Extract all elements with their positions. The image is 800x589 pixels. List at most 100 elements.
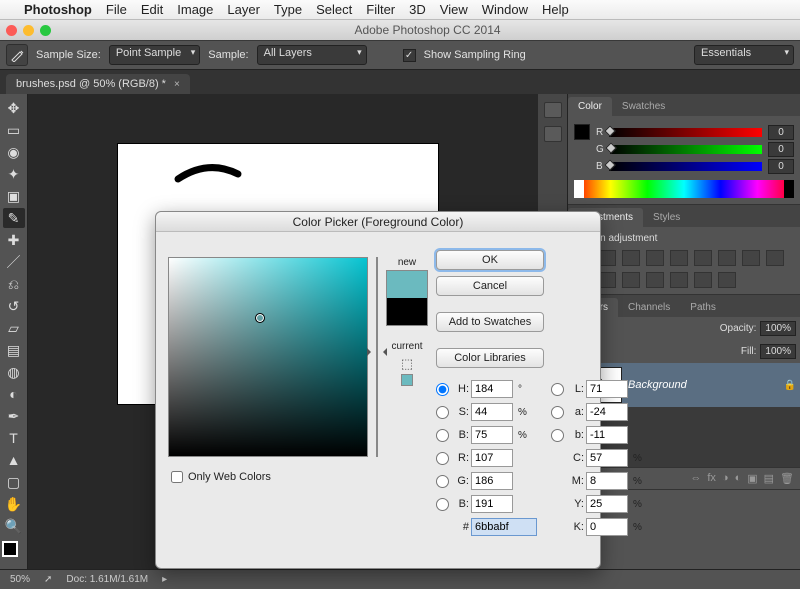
l-field[interactable] bbox=[586, 380, 628, 398]
status-chevron-icon[interactable]: ▸ bbox=[162, 574, 167, 585]
color-libraries-button[interactable]: Color Libraries bbox=[436, 348, 544, 368]
menu-layer[interactable]: Layer bbox=[227, 2, 260, 17]
bv-field[interactable] bbox=[471, 426, 513, 444]
s-radio[interactable] bbox=[436, 406, 449, 419]
window-zoom-button[interactable] bbox=[40, 25, 51, 36]
menu-view[interactable]: View bbox=[440, 2, 468, 17]
r-field[interactable] bbox=[471, 449, 513, 467]
lasso-tool[interactable]: ◉ bbox=[3, 142, 25, 162]
current-color-swatch[interactable] bbox=[387, 298, 427, 325]
gradient-tool[interactable]: ▤ bbox=[3, 340, 25, 360]
path-selection-tool[interactable]: ▲ bbox=[3, 450, 25, 470]
add-to-swatches-button[interactable]: Add to Swatches bbox=[436, 312, 544, 332]
menu-select[interactable]: Select bbox=[316, 2, 352, 17]
document-tab[interactable]: brushes.psd @ 50% (RGB/8) * × bbox=[6, 74, 190, 94]
blur-tool[interactable]: ◍ bbox=[3, 362, 25, 382]
crop-tool[interactable]: ▣ bbox=[3, 186, 25, 206]
adj-vibrance-icon[interactable] bbox=[670, 250, 688, 266]
hand-tool[interactable]: ✋ bbox=[3, 494, 25, 514]
adj-posterize-icon[interactable] bbox=[646, 272, 664, 288]
marquee-tool[interactable]: ▭ bbox=[3, 120, 25, 140]
hue-slider[interactable] bbox=[376, 257, 378, 457]
opacity-field[interactable]: 100% bbox=[760, 321, 796, 336]
saturation-value-field[interactable] bbox=[168, 257, 368, 457]
rectangle-tool[interactable]: ▢ bbox=[3, 472, 25, 492]
dodge-tool[interactable]: ◐ bbox=[3, 384, 25, 404]
adj-exposure-icon[interactable] bbox=[646, 250, 664, 266]
h-field[interactable] bbox=[471, 380, 513, 398]
add-mask-icon[interactable]: ◑ bbox=[722, 472, 729, 485]
tab-styles[interactable]: Styles bbox=[643, 208, 690, 227]
s-field[interactable] bbox=[471, 403, 513, 421]
r-slider[interactable] bbox=[609, 128, 762, 137]
g-field[interactable] bbox=[471, 472, 513, 490]
zoom-level[interactable]: 50% bbox=[10, 574, 30, 585]
window-close-button[interactable] bbox=[6, 25, 17, 36]
ok-button[interactable]: OK bbox=[436, 250, 544, 270]
spectrum-ramp[interactable] bbox=[574, 180, 794, 198]
tab-swatches[interactable]: Swatches bbox=[612, 97, 675, 116]
brush-tool[interactable]: ／ bbox=[3, 252, 25, 272]
new-layer-icon[interactable]: ▤ bbox=[764, 472, 774, 485]
adj-selective-icon[interactable] bbox=[718, 272, 736, 288]
close-tab-icon[interactable]: × bbox=[174, 79, 180, 90]
fill-field[interactable]: 100% bbox=[760, 344, 796, 359]
r-radio[interactable] bbox=[436, 452, 449, 465]
tab-paths[interactable]: Paths bbox=[680, 298, 726, 317]
doc-size[interactable]: Doc: 1.61M/1.61M bbox=[66, 574, 148, 585]
menu-type[interactable]: Type bbox=[274, 2, 302, 17]
sample-select[interactable]: All Layers bbox=[257, 45, 367, 65]
c-field[interactable] bbox=[586, 449, 628, 467]
lab-b-field[interactable] bbox=[586, 426, 628, 444]
k-field[interactable] bbox=[586, 518, 628, 536]
a-field[interactable] bbox=[586, 403, 628, 421]
status-arrow-icon[interactable]: ➚ bbox=[44, 574, 52, 585]
h-radio[interactable] bbox=[436, 383, 449, 396]
l-radio[interactable] bbox=[551, 383, 564, 396]
b-field[interactable] bbox=[471, 495, 513, 513]
new-adjustment-icon[interactable]: ◐ bbox=[735, 472, 742, 485]
move-tool[interactable]: ✥ bbox=[3, 98, 25, 118]
adj-colorbalance-icon[interactable] bbox=[718, 250, 736, 266]
new-current-swatch[interactable] bbox=[386, 270, 428, 326]
adj-hue-icon[interactable] bbox=[694, 250, 712, 266]
macos-menubar[interactable]: Photoshop File Edit Image Layer Type Sel… bbox=[0, 0, 800, 20]
eraser-tool[interactable]: ▱ bbox=[3, 318, 25, 338]
eyedropper-tool[interactable]: ✎ bbox=[3, 208, 25, 228]
new-group-icon[interactable]: ▣ bbox=[747, 472, 757, 485]
adj-bw-icon[interactable] bbox=[742, 250, 760, 266]
dock-icon[interactable] bbox=[544, 126, 562, 142]
adj-threshold-icon[interactable] bbox=[670, 272, 688, 288]
websafe-swatch[interactable] bbox=[401, 374, 413, 386]
cancel-button[interactable]: Cancel bbox=[436, 276, 544, 296]
tool-preset-icon[interactable] bbox=[6, 44, 28, 66]
menu-filter[interactable]: Filter bbox=[366, 2, 395, 17]
history-brush-tool[interactable]: ↺ bbox=[3, 296, 25, 316]
gamut-warning-icon[interactable]: ⬚ bbox=[386, 356, 428, 372]
hex-field[interactable] bbox=[471, 518, 537, 536]
sample-size-select[interactable]: Point Sample bbox=[109, 45, 200, 65]
b-value[interactable]: 0 bbox=[768, 159, 794, 174]
zoom-tool[interactable]: 🔍 bbox=[3, 516, 25, 536]
a-radio[interactable] bbox=[551, 406, 564, 419]
adj-photo-filter-icon[interactable] bbox=[766, 250, 784, 266]
only-web-colors-checkbox[interactable]: Only Web Colors bbox=[171, 471, 368, 483]
lock-icon[interactable]: 🔒 bbox=[784, 380, 796, 391]
bv-radio[interactable] bbox=[436, 429, 449, 442]
g-slider[interactable] bbox=[610, 145, 762, 154]
type-tool[interactable]: T bbox=[3, 428, 25, 448]
g-value[interactable]: 0 bbox=[768, 142, 794, 157]
window-minimize-button[interactable] bbox=[23, 25, 34, 36]
menu-help[interactable]: Help bbox=[542, 2, 569, 17]
color-swatch-icon[interactable] bbox=[574, 124, 590, 140]
delete-layer-icon[interactable]: 🗑 bbox=[780, 472, 794, 485]
foreground-background-colors[interactable] bbox=[2, 541, 26, 565]
g-radio[interactable] bbox=[436, 475, 449, 488]
workspace-switcher[interactable]: Essentials bbox=[694, 45, 794, 65]
pen-tool[interactable]: ✒ bbox=[3, 406, 25, 426]
menu-edit[interactable]: Edit bbox=[141, 2, 163, 17]
bb-radio[interactable] bbox=[551, 429, 564, 442]
magic-wand-tool[interactable]: ✦ bbox=[3, 164, 25, 184]
menu-window[interactable]: Window bbox=[482, 2, 528, 17]
m-field[interactable] bbox=[586, 472, 628, 490]
